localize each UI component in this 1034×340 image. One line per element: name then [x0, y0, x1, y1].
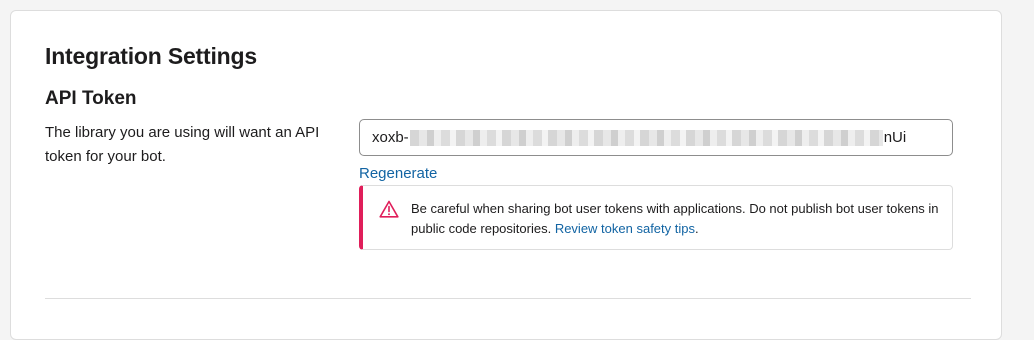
token-redacted-mask	[409, 129, 883, 146]
warning-message: Be careful when sharing bot user tokens …	[411, 199, 941, 239]
warning-trailing: .	[695, 221, 699, 236]
token-suffix: nUi	[883, 129, 907, 146]
token-warning-callout: Be careful when sharing bot user tokens …	[359, 185, 953, 250]
section-divider	[45, 298, 971, 299]
regenerate-link[interactable]: Regenerate	[359, 165, 437, 182]
warning-triangle-icon	[379, 200, 399, 218]
api-token-field[interactable]: xoxb- nUi	[359, 119, 953, 156]
token-prefix: xoxb-	[372, 129, 409, 146]
api-token-heading: API Token	[45, 88, 137, 109]
integration-settings-card: Integration Settings API Token The libra…	[10, 10, 1002, 340]
review-token-safety-tips-link[interactable]: Review token safety tips	[555, 221, 695, 236]
api-token-description: The library you are using will want an A…	[45, 124, 320, 165]
page-title: Integration Settings	[45, 43, 257, 69]
